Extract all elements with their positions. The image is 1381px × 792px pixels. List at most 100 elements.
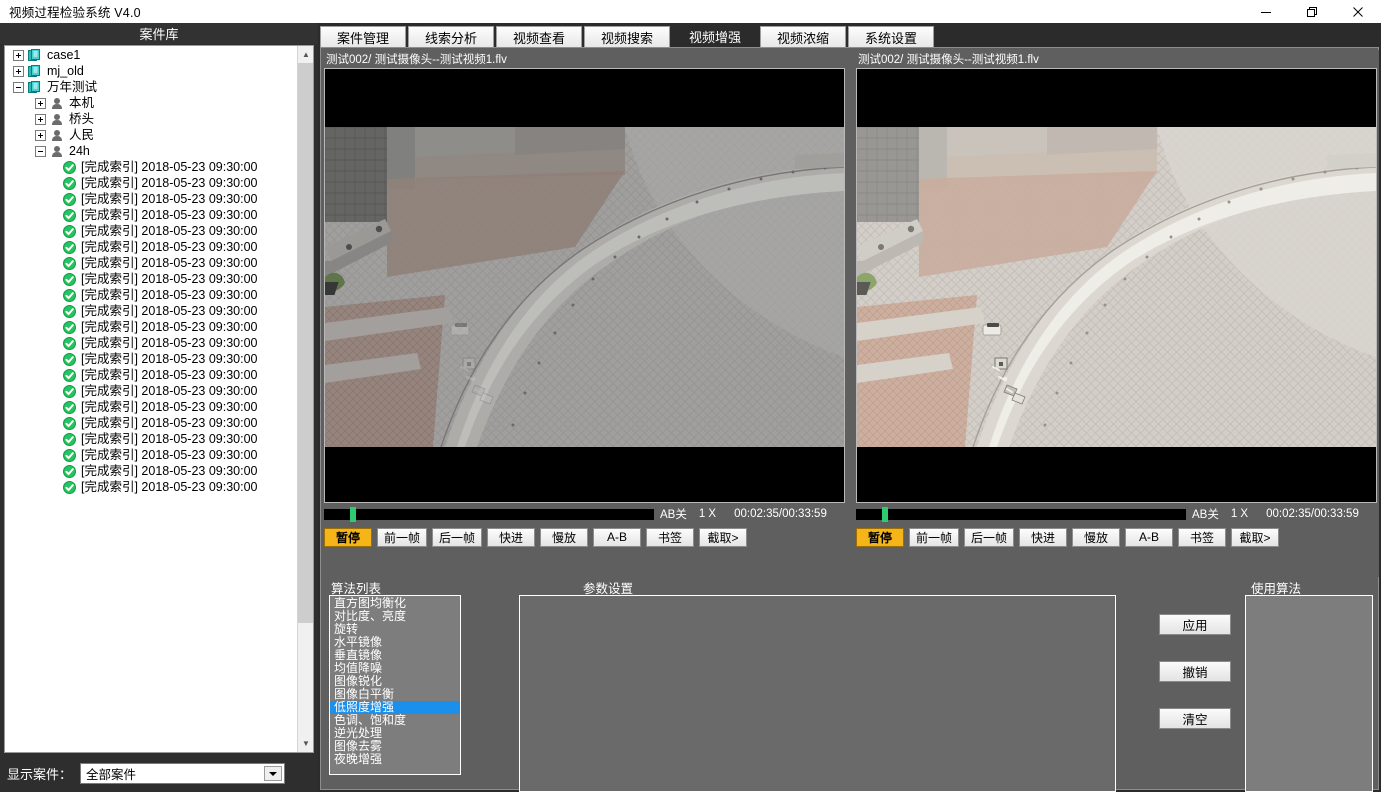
expand-icon[interactable] <box>13 50 24 61</box>
tree-item-label: [完成索引] 2018-05-23 09:30:00 <box>81 191 258 207</box>
tab-6[interactable]: 视频浓缩 <box>760 26 846 48</box>
progress-slider[interactable] <box>324 509 654 520</box>
playback-button-6[interactable]: A-B <box>593 528 641 547</box>
tree-item-video[interactable]: [完成索引] 2018-05-23 09:30:00 <box>5 223 298 239</box>
tree-item-label: [完成索引] 2018-05-23 09:30:00 <box>81 447 258 463</box>
action-button-1[interactable]: 应用 <box>1159 614 1231 635</box>
playback-button-8[interactable]: 截取> <box>699 528 747 547</box>
tree-item-video[interactable]: [完成索引] 2018-05-23 09:30:00 <box>5 335 298 351</box>
tree-item-video[interactable]: [完成索引] 2018-05-23 09:30:00 <box>5 239 298 255</box>
tree-item-node[interactable]: 万年测试 <box>5 79 298 95</box>
expand-icon[interactable] <box>13 66 24 77</box>
close-icon[interactable] <box>1335 0 1381 23</box>
expand-icon[interactable] <box>35 98 46 109</box>
tree-item-node[interactable]: 桥头 <box>5 111 298 127</box>
tree-item-video[interactable]: [完成索引] 2018-05-23 09:30:00 <box>5 447 298 463</box>
tree-item-video[interactable]: [完成索引] 2018-05-23 09:30:00 <box>5 159 298 175</box>
playback-button-8[interactable]: 截取> <box>1231 528 1279 547</box>
expand-icon[interactable] <box>35 130 46 141</box>
progress-slider[interactable] <box>856 509 1186 520</box>
tree-item-video[interactable]: [完成索引] 2018-05-23 09:30:00 <box>5 319 298 335</box>
playback-button-3[interactable]: 后一帧 <box>432 528 482 547</box>
tree-item-video[interactable]: [完成索引] 2018-05-23 09:30:00 <box>5 367 298 383</box>
video-canvas[interactable] <box>856 68 1377 503</box>
tree-item-node[interactable]: 24h <box>5 143 298 159</box>
expand-icon[interactable] <box>35 114 46 125</box>
tree-item-node[interactable]: 人民 <box>5 127 298 143</box>
tab-7[interactable]: 系统设置 <box>848 26 934 48</box>
algorithm-item[interactable]: 夜晚增强 <box>330 753 460 766</box>
ab-loop-state: AB关 <box>1192 506 1219 522</box>
playback-button-label: 书签 <box>1190 529 1214 546</box>
collapse-icon[interactable] <box>13 82 24 93</box>
playback-button-1[interactable]: 暂停 <box>324 528 372 547</box>
tree-item-node[interactable]: case1 <box>5 47 298 63</box>
tree-item-video[interactable]: [完成索引] 2018-05-23 09:30:00 <box>5 255 298 271</box>
playback-button-1[interactable]: 暂停 <box>856 528 904 547</box>
tree-item-video[interactable]: [完成索引] 2018-05-23 09:30:00 <box>5 415 298 431</box>
algorithm-list[interactable]: 直方图均衡化对比度、亮度旋转水平镜像垂直镜像均值降噪图像锐化图像白平衡低照度增强… <box>329 595 461 775</box>
tree-item-video[interactable]: [完成索引] 2018-05-23 09:30:00 <box>5 463 298 479</box>
chevron-down-icon[interactable] <box>264 766 282 781</box>
playback-button-6[interactable]: A-B <box>1125 528 1173 547</box>
tree-item-video[interactable]: [完成索引] 2018-05-23 09:30:00 <box>5 431 298 447</box>
tab-1[interactable]: 案件管理 <box>320 26 406 48</box>
playback-button-7[interactable]: 书签 <box>646 528 694 547</box>
action-button-label: 清空 <box>1182 709 1207 728</box>
tree-item-label: 本机 <box>69 95 94 111</box>
tree-item-video[interactable]: [完成索引] 2018-05-23 09:30:00 <box>5 479 298 495</box>
tree-item-video[interactable]: [完成索引] 2018-05-23 09:30:00 <box>5 303 298 319</box>
tree-item-label: [完成索引] 2018-05-23 09:30:00 <box>81 175 258 191</box>
case-filter-select[interactable]: 全部案件 <box>80 763 285 784</box>
case-tree-scrollbar[interactable]: ▲ ▼ <box>297 46 313 752</box>
scroll-down-icon[interactable]: ▼ <box>298 735 314 752</box>
tree-item-node[interactable]: 本机 <box>5 95 298 111</box>
indexed-check-icon <box>63 241 76 254</box>
tab-3[interactable]: 视频查看 <box>496 26 582 48</box>
action-button-group: 应用撤销清空 <box>1159 614 1233 755</box>
action-button-2[interactable]: 撤销 <box>1159 661 1231 682</box>
playback-button-label: 暂停 <box>868 529 892 546</box>
scrollbar-thumb[interactable] <box>298 63 314 623</box>
scroll-up-icon[interactable]: ▲ <box>298 46 314 63</box>
playback-button-7[interactable]: 书签 <box>1178 528 1226 547</box>
playhead-marker[interactable] <box>350 507 356 522</box>
case-folder-icon <box>28 65 42 78</box>
playback-button-4[interactable]: 快进 <box>1019 528 1067 547</box>
tree-item-label: [完成索引] 2018-05-23 09:30:00 <box>81 287 258 303</box>
collapse-icon[interactable] <box>35 146 46 157</box>
tree-item-video[interactable]: [完成索引] 2018-05-23 09:30:00 <box>5 191 298 207</box>
tree-item-video[interactable]: [完成索引] 2018-05-23 09:30:00 <box>5 271 298 287</box>
tree-item-node[interactable]: mj_old <box>5 63 298 79</box>
tab-2[interactable]: 线索分析 <box>408 26 494 48</box>
tree-item-video[interactable]: [完成索引] 2018-05-23 09:30:00 <box>5 383 298 399</box>
playback-button-3[interactable]: 后一帧 <box>964 528 1014 547</box>
playback-meta: AB关1 X00:02:35/00:33:59 <box>1192 506 1359 522</box>
tree-item-label: 桥头 <box>69 111 94 127</box>
window-controls <box>1243 0 1381 23</box>
tree-item-video[interactable]: [完成索引] 2018-05-23 09:30:00 <box>5 207 298 223</box>
action-button-3[interactable]: 清空 <box>1159 708 1231 729</box>
playback-button-2[interactable]: 前一帧 <box>909 528 959 547</box>
playback-time: 00:02:35/00:33:59 <box>734 508 827 520</box>
tree-item-video[interactable]: [完成索引] 2018-05-23 09:30:00 <box>5 351 298 367</box>
playback-button-4[interactable]: 快进 <box>487 528 535 547</box>
indexed-check-icon <box>63 369 76 382</box>
playback-button-5[interactable]: 慢放 <box>1072 528 1120 547</box>
tree-item-video[interactable]: [完成索引] 2018-05-23 09:30:00 <box>5 175 298 191</box>
tab-5[interactable]: 视频增强 <box>672 24 758 48</box>
minimize-icon[interactable] <box>1243 0 1289 23</box>
case-tree[interactable]: case1mj_old万年测试本机桥头人民24h[完成索引] 2018-05-2… <box>4 45 314 753</box>
playback-button-label: 慢放 <box>552 529 576 546</box>
parameter-settings-panel[interactable] <box>519 595 1116 792</box>
tab-4[interactable]: 视频搜索 <box>584 26 670 48</box>
video-canvas[interactable] <box>324 68 845 503</box>
tree-item-video[interactable]: [完成索引] 2018-05-23 09:30:00 <box>5 399 298 415</box>
playhead-marker[interactable] <box>882 507 888 522</box>
tree-item-video[interactable]: [完成索引] 2018-05-23 09:30:00 <box>5 287 298 303</box>
playback-progress-row: AB关1 X00:02:35/00:33:59 <box>324 505 845 523</box>
used-algorithms-list[interactable] <box>1245 595 1373 792</box>
playback-button-5[interactable]: 慢放 <box>540 528 588 547</box>
restore-icon[interactable] <box>1289 0 1335 23</box>
playback-button-2[interactable]: 前一帧 <box>377 528 427 547</box>
